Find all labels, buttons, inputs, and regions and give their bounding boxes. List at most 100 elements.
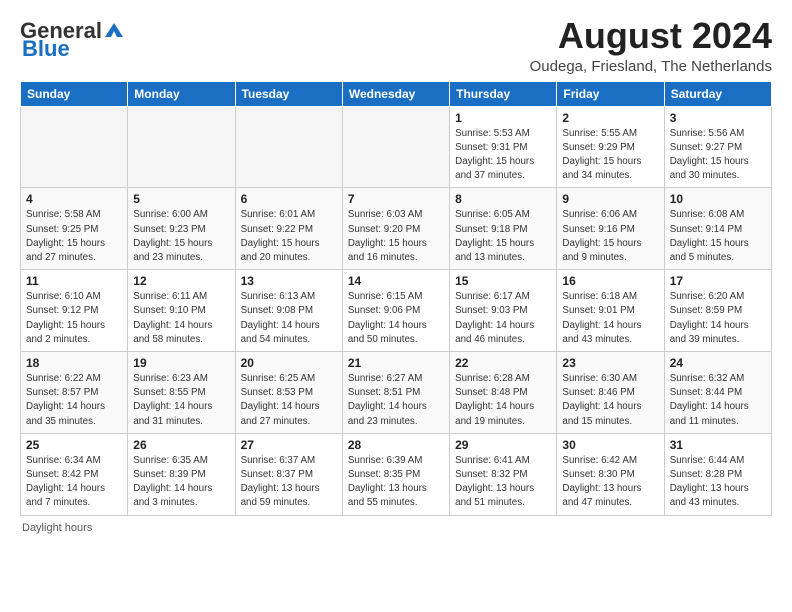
cell-day-number: 3 [670, 111, 766, 125]
cell-day-info: Sunrise: 6:32 AM Sunset: 8:44 PM Dayligh… [670, 372, 766, 429]
cell-day-info: Sunrise: 6:20 AM Sunset: 8:59 PM Dayligh… [670, 290, 766, 347]
calendar-cell: 14Sunrise: 6:15 AM Sunset: 9:06 PM Dayli… [342, 270, 449, 352]
calendar-cell: 19Sunrise: 6:23 AM Sunset: 8:55 PM Dayli… [128, 352, 235, 434]
calendar-location: Oudega, Friesland, The Netherlands [530, 58, 772, 75]
calendar-cell [235, 106, 342, 188]
cell-day-info: Sunrise: 6:30 AM Sunset: 8:46 PM Dayligh… [562, 372, 658, 429]
cell-day-number: 16 [562, 274, 658, 288]
cell-day-number: 30 [562, 438, 658, 452]
calendar-cell: 1Sunrise: 5:53 AM Sunset: 9:31 PM Daylig… [450, 106, 557, 188]
logo: General Blue [20, 20, 125, 60]
cell-day-number: 21 [348, 356, 444, 370]
calendar-cell: 30 Sunrise: 6:42 AM Sunset: 8:30 PM Dayli… [557, 433, 664, 515]
calendar-cell: 23 Sunrise: 6:30 AM Sunset: 8:46 PM Dayli… [557, 352, 664, 434]
calendar-cell: 12Sunrise: 6:11 AM Sunset: 9:10 PM Dayli… [128, 270, 235, 352]
cell-day-info: Sunrise: 6:25 AM Sunset: 8:53 PM Dayligh… [241, 372, 337, 429]
calendar-cell [128, 106, 235, 188]
header: General Blue August 2024 Oudega, Friesla… [20, 16, 772, 75]
cell-day-number: 26 [133, 438, 229, 452]
calendar-cell: 22 Sunrise: 6:28 AM Sunset: 8:48 PM Dayli… [450, 352, 557, 434]
day-header-friday: Friday [557, 81, 664, 106]
day-header-monday: Monday [128, 81, 235, 106]
calendar-header-row: SundayMondayTuesdayWednesdayThursdayFrid… [21, 81, 772, 106]
calendar-cell: 21 Sunrise: 6:27 AM Sunset: 8:51 PM Dayli… [342, 352, 449, 434]
cell-day-info: Sunrise: 6:23 AM Sunset: 8:55 PM Dayligh… [133, 372, 229, 429]
cell-day-number: 7 [348, 192, 444, 206]
calendar-cell: 3 Sunrise: 5:56 AM Sunset: 9:27 PM Daylig… [664, 106, 771, 188]
cell-day-info: Sunrise: 5:56 AM Sunset: 9:27 PM Dayligh… [670, 127, 766, 184]
cell-day-number: 31 [670, 438, 766, 452]
cell-day-info: Sunrise: 6:06 AM Sunset: 9:16 PM Dayligh… [562, 208, 658, 265]
calendar-cell [21, 106, 128, 188]
calendar-cell: 29 Sunrise: 6:41 AM Sunset: 8:32 PM Dayli… [450, 433, 557, 515]
cell-day-info: Sunrise: 6:42 AM Sunset: 8:30 PM Dayligh… [562, 454, 658, 511]
cell-day-number: 27 [241, 438, 337, 452]
calendar-cell: 26 Sunrise: 6:35 AM Sunset: 8:39 PM Dayli… [128, 433, 235, 515]
calendar-cell: 2 Sunrise: 5:55 AM Sunset: 9:29 PM Daylig… [557, 106, 664, 188]
calendar-cell: 20 Sunrise: 6:25 AM Sunset: 8:53 PM Dayli… [235, 352, 342, 434]
cell-day-number: 10 [670, 192, 766, 206]
cell-day-number: 20 [241, 356, 337, 370]
calendar-cell: 28Sunrise: 6:39 AM Sunset: 8:35 PM Dayli… [342, 433, 449, 515]
cell-day-number: 5 [133, 192, 229, 206]
cell-day-number: 23 [562, 356, 658, 370]
cell-day-info: Sunrise: 6:35 AM Sunset: 8:39 PM Dayligh… [133, 454, 229, 511]
cell-day-number: 28 [348, 438, 444, 452]
day-header-saturday: Saturday [664, 81, 771, 106]
day-header-wednesday: Wednesday [342, 81, 449, 106]
cell-day-info: Sunrise: 6:17 AM Sunset: 9:03 PM Dayligh… [455, 290, 551, 347]
calendar-cell: 15Sunrise: 6:17 AM Sunset: 9:03 PM Dayli… [450, 270, 557, 352]
logo-blue-text: Blue [22, 38, 70, 60]
cell-day-info: Sunrise: 6:03 AM Sunset: 9:20 PM Dayligh… [348, 208, 444, 265]
calendar-table: SundayMondayTuesdayWednesdayThursdayFrid… [20, 81, 772, 516]
cell-day-info: Sunrise: 6:34 AM Sunset: 8:42 PM Dayligh… [26, 454, 122, 511]
cell-day-info: Sunrise: 6:18 AM Sunset: 9:01 PM Dayligh… [562, 290, 658, 347]
calendar-week-row: 4 Sunrise: 5:58 AM Sunset: 9:25 PM Daylig… [21, 188, 772, 270]
cell-day-info: Sunrise: 6:27 AM Sunset: 8:51 PM Dayligh… [348, 372, 444, 429]
title-block: August 2024 Oudega, Friesland, The Nethe… [530, 16, 772, 75]
cell-day-number: 25 [26, 438, 122, 452]
calendar-cell: 31 Sunrise: 6:44 AM Sunset: 8:28 PM Dayli… [664, 433, 771, 515]
cell-day-number: 13 [241, 274, 337, 288]
cell-day-info: Sunrise: 6:15 AM Sunset: 9:06 PM Dayligh… [348, 290, 444, 347]
calendar-cell: 18 Sunrise: 6:22 AM Sunset: 8:57 PM Dayli… [21, 352, 128, 434]
cell-day-number: 6 [241, 192, 337, 206]
calendar-week-row: 18 Sunrise: 6:22 AM Sunset: 8:57 PM Dayli… [21, 352, 772, 434]
calendar-title: August 2024 [530, 16, 772, 56]
cell-day-info: Sunrise: 6:22 AM Sunset: 8:57 PM Dayligh… [26, 372, 122, 429]
day-header-sunday: Sunday [21, 81, 128, 106]
logo-icon [103, 21, 125, 39]
page: General Blue August 2024 Oudega, Friesla… [0, 0, 792, 612]
calendar-cell: 9 Sunrise: 6:06 AM Sunset: 9:16 PM Daylig… [557, 188, 664, 270]
cell-day-info: Sunrise: 6:28 AM Sunset: 8:48 PM Dayligh… [455, 372, 551, 429]
cell-day-info: Sunrise: 6:10 AM Sunset: 9:12 PM Dayligh… [26, 290, 122, 347]
cell-day-info: Sunrise: 6:44 AM Sunset: 8:28 PM Dayligh… [670, 454, 766, 511]
cell-day-number: 18 [26, 356, 122, 370]
calendar-cell: 6Sunrise: 6:01 AM Sunset: 9:22 PM Daylig… [235, 188, 342, 270]
calendar-cell: 5Sunrise: 6:00 AM Sunset: 9:23 PM Daylig… [128, 188, 235, 270]
cell-day-number: 22 [455, 356, 551, 370]
cell-day-number: 11 [26, 274, 122, 288]
calendar-cell: 7 Sunrise: 6:03 AM Sunset: 9:20 PM Daylig… [342, 188, 449, 270]
cell-day-info: Sunrise: 6:05 AM Sunset: 9:18 PM Dayligh… [455, 208, 551, 265]
calendar-week-row: 11 Sunrise: 6:10 AM Sunset: 9:12 PM Dayli… [21, 270, 772, 352]
cell-day-number: 9 [562, 192, 658, 206]
cell-day-number: 1 [455, 111, 551, 125]
cell-day-info: Sunrise: 6:37 AM Sunset: 8:37 PM Dayligh… [241, 454, 337, 511]
calendar-cell: 24 Sunrise: 6:32 AM Sunset: 8:44 PM Dayli… [664, 352, 771, 434]
cell-day-number: 24 [670, 356, 766, 370]
cell-day-info: Sunrise: 5:55 AM Sunset: 9:29 PM Dayligh… [562, 127, 658, 184]
cell-day-number: 29 [455, 438, 551, 452]
cell-day-number: 2 [562, 111, 658, 125]
cell-day-info: Sunrise: 6:41 AM Sunset: 8:32 PM Dayligh… [455, 454, 551, 511]
cell-day-number: 4 [26, 192, 122, 206]
cell-day-info: Sunrise: 6:08 AM Sunset: 9:14 PM Dayligh… [670, 208, 766, 265]
calendar-cell: 11 Sunrise: 6:10 AM Sunset: 9:12 PM Dayli… [21, 270, 128, 352]
calendar-cell: 17Sunrise: 6:20 AM Sunset: 8:59 PM Dayli… [664, 270, 771, 352]
cell-day-info: Sunrise: 5:58 AM Sunset: 9:25 PM Dayligh… [26, 208, 122, 265]
calendar-cell [342, 106, 449, 188]
calendar-cell: 10 Sunrise: 6:08 AM Sunset: 9:14 PM Dayli… [664, 188, 771, 270]
calendar-cell: 13Sunrise: 6:13 AM Sunset: 9:08 PM Dayli… [235, 270, 342, 352]
cell-day-number: 12 [133, 274, 229, 288]
calendar-week-row: 1Sunrise: 5:53 AM Sunset: 9:31 PM Daylig… [21, 106, 772, 188]
